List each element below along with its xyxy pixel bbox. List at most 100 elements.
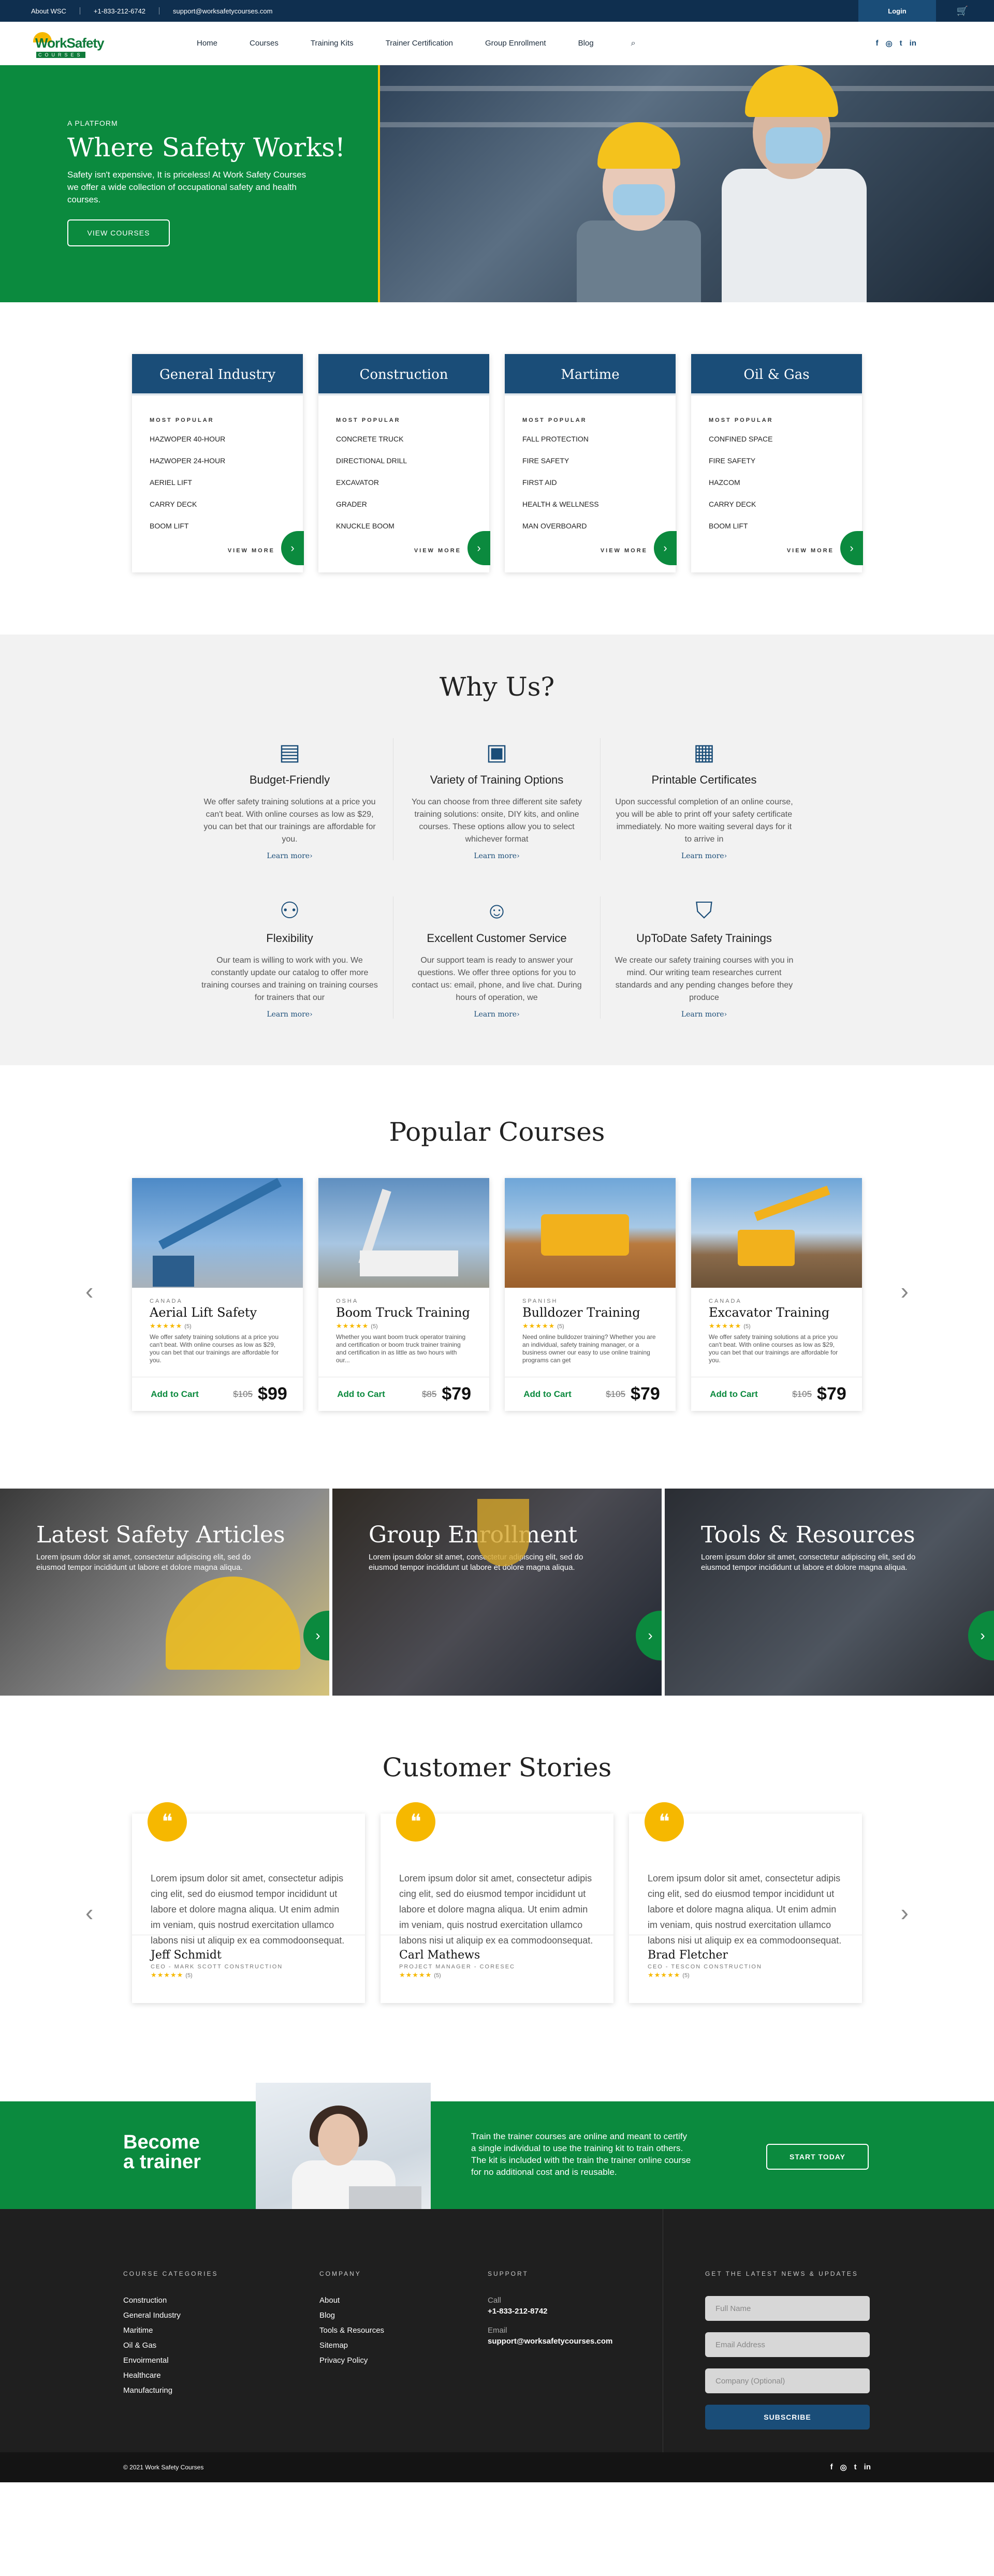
add-to-cart-button[interactable]: Add to Cart [132, 1389, 217, 1400]
learn-more-link[interactable]: Learn more› [406, 1010, 588, 1019]
old-price: $105 [792, 1389, 812, 1399]
view-more-link[interactable]: VIEW MORE [601, 548, 648, 554]
view-more-link[interactable]: VIEW MORE [228, 548, 275, 554]
category-course-link[interactable]: EXCAVATOR [336, 478, 472, 487]
chevron-right-icon[interactable]: › [968, 1611, 994, 1660]
nav-home[interactable]: Home [197, 39, 217, 48]
chevron-right-icon[interactable]: › [901, 1898, 909, 1926]
footer-link[interactable]: Privacy Policy [319, 2356, 384, 2365]
nav-trainer-certification[interactable]: Trainer Certification [386, 39, 453, 48]
search-icon[interactable]: ⌕ [631, 39, 636, 48]
chevron-right-icon[interactable]: › [303, 1611, 329, 1660]
category-course-link[interactable]: CONFINED SPACE [709, 435, 844, 443]
phone-link[interactable]: +1-833-212-6742 [94, 7, 145, 15]
category-card[interactable]: Oil & Gas MOST POPULAR CONFINED SPACE FI… [691, 354, 863, 572]
twitter-icon[interactable]: t [900, 39, 902, 48]
course-title[interactable]: Boom Truck Training [336, 1305, 472, 1320]
category-course-link[interactable]: CONCRETE TRUCK [336, 435, 472, 443]
cart-icon[interactable]: 🛒 [957, 6, 968, 17]
category-course-link[interactable]: AERIEL LIFT [150, 478, 285, 487]
facebook-icon[interactable]: f [830, 2463, 833, 2472]
banner-group-enrollment[interactable]: Group Enrollment Lorem ipsum dolor sit a… [332, 1489, 665, 1696]
category-course-link[interactable]: MAN OVERBOARD [522, 522, 658, 530]
category-course-link[interactable]: HEALTH & WELLNESS [522, 500, 658, 508]
footer-link[interactable]: General Industry [123, 2311, 218, 2320]
chevron-left-icon[interactable]: ‹ [85, 1898, 93, 1926]
subscribe-button[interactable]: SUBSCRIBE [705, 2405, 870, 2430]
email-link[interactable]: support@worksafetycourses.com [173, 7, 272, 15]
course-title[interactable]: Aerial Lift Safety [150, 1305, 285, 1320]
footer-link[interactable]: About [319, 2296, 384, 2305]
category-course-link[interactable]: HAZWOPER 24-HOUR [150, 457, 285, 465]
learn-more-link[interactable]: Learn more› [199, 1010, 381, 1019]
nav-group-enrollment[interactable]: Group Enrollment [485, 39, 546, 48]
footer-link[interactable]: Tools & Resources [319, 2326, 384, 2335]
category-card[interactable]: Martime MOST POPULAR FALL PROTECTION FIR… [505, 354, 677, 572]
footer-link[interactable]: Construction [123, 2296, 218, 2305]
course-card[interactable]: OSHA Boom Truck Training ★★★★★ (5) Whethe… [318, 1178, 489, 1411]
view-courses-button[interactable]: VIEW COURSES [67, 219, 170, 246]
footer-link[interactable]: Envoirmental [123, 2356, 218, 2365]
banner-articles[interactable]: Latest Safety Articles Lorem ipsum dolor… [0, 1489, 332, 1696]
instagram-icon[interactable]: ◎ [840, 2463, 847, 2472]
view-more-link[interactable]: VIEW MORE [414, 548, 461, 554]
learn-more-link[interactable]: Learn more› [613, 852, 795, 860]
chevron-left-icon[interactable]: ‹ [85, 1277, 93, 1305]
nav-training-kits[interactable]: Training Kits [311, 39, 354, 48]
category-course-link[interactable]: FALL PROTECTION [522, 435, 658, 443]
footer-link[interactable]: Sitemap [319, 2341, 384, 2350]
nav-courses[interactable]: Courses [250, 39, 279, 48]
category-course-link[interactable]: BOOM LIFT [150, 522, 285, 530]
linkedin-icon[interactable]: in [864, 2463, 871, 2472]
category-card[interactable]: Construction MOST POPULAR CONCRETE TRUCK… [318, 354, 490, 572]
course-title[interactable]: Excavator Training [709, 1305, 844, 1320]
learn-more-link[interactable]: Learn more› [406, 852, 588, 860]
email-input[interactable]: Email Address [705, 2332, 870, 2357]
banner-tools[interactable]: Tools & Resources Lorem ipsum dolor sit … [665, 1489, 994, 1696]
nav-blog[interactable]: Blog [578, 39, 594, 48]
facebook-icon[interactable]: f [876, 39, 879, 48]
start-today-button[interactable]: START TODAY [766, 2144, 869, 2170]
category-course-link[interactable]: FIRE SAFETY [709, 457, 844, 465]
course-card[interactable]: SPANISH Bulldozer Training ★★★★★ (5) Need… [505, 1178, 676, 1411]
linkedin-icon[interactable]: in [910, 39, 916, 48]
login-button[interactable]: Login [858, 0, 936, 22]
add-to-cart-button[interactable]: Add to Cart [505, 1389, 590, 1400]
footer-link[interactable]: Blog [319, 2311, 384, 2320]
category-course-link[interactable]: HAZWOPER 40-HOUR [150, 435, 285, 443]
category-course-link[interactable]: FIRE SAFETY [522, 457, 658, 465]
course-title[interactable]: Bulldozer Training [522, 1305, 658, 1320]
add-to-cart-button[interactable]: Add to Cart [691, 1389, 777, 1400]
learn-more-link[interactable]: Learn more› [199, 852, 381, 860]
category-course-link[interactable]: HAZCOM [709, 478, 844, 487]
add-to-cart-button[interactable]: Add to Cart [318, 1389, 404, 1400]
footer-email[interactable]: support@worksafetycourses.com [488, 2337, 612, 2346]
course-card[interactable]: CANADA Aerial Lift Safety ★★★★★ (5) We of… [132, 1178, 303, 1411]
footer-link[interactable]: Manufacturing [123, 2386, 218, 2395]
category-course-link[interactable]: DIRECTIONAL DRILL [336, 457, 472, 465]
learn-more-link[interactable]: Learn more› [613, 1010, 795, 1019]
category-card[interactable]: General Industry MOST POPULAR HAZWOPER 4… [132, 354, 304, 572]
category-course-link[interactable]: CARRY DECK [709, 500, 844, 508]
course-card[interactable]: CANADA Excavator Training ★★★★★ (5) We of… [691, 1178, 862, 1411]
category-course-link[interactable]: GRADER [336, 500, 472, 508]
footer-phone[interactable]: +1-833-212-8742 [488, 2307, 612, 2316]
category-course-link[interactable]: BOOM LIFT [709, 522, 844, 530]
instagram-icon[interactable]: ◎ [886, 39, 893, 48]
category-course-link[interactable]: FIRST AID [522, 478, 658, 487]
twitter-icon[interactable]: t [854, 2463, 857, 2472]
full-name-input[interactable]: Full Name [705, 2296, 870, 2321]
why-item: ⚇ Flexibility Our team is willing to wor… [186, 896, 393, 1019]
category-course-link[interactable]: CARRY DECK [150, 500, 285, 508]
chevron-right-icon[interactable]: › [636, 1611, 662, 1660]
about-link[interactable]: About WSC [31, 7, 66, 15]
company-input[interactable]: Company (Optional) [705, 2368, 870, 2393]
chevron-right-icon[interactable]: › [901, 1277, 909, 1305]
footer-support: SUPPORT Call +1-833-212-8742 Email suppo… [488, 2270, 612, 2356]
footer-link[interactable]: Healthcare [123, 2371, 218, 2380]
footer-link[interactable]: Maritime [123, 2326, 218, 2335]
category-course-link[interactable]: KNUCKLE BOOM [336, 522, 472, 530]
view-more-link[interactable]: VIEW MORE [787, 548, 834, 554]
logo[interactable]: WorkSafety COURSES [31, 28, 119, 59]
footer-link[interactable]: Oil & Gas [123, 2341, 218, 2350]
